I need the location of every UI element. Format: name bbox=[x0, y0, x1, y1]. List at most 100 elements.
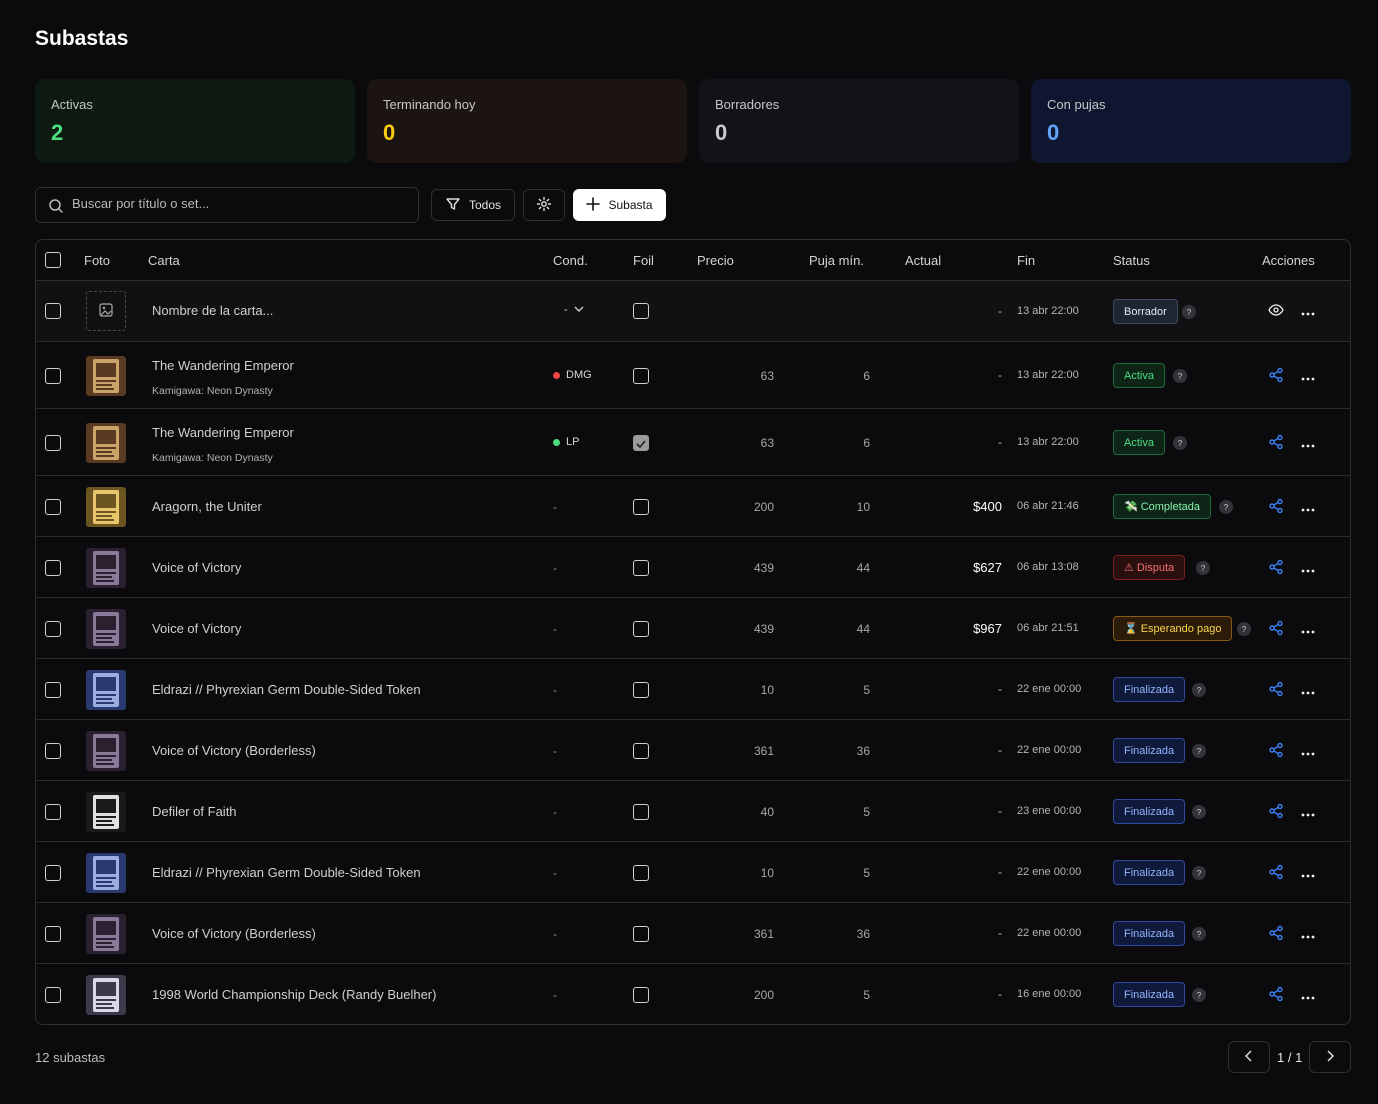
card-name[interactable]: Voice of Victory bbox=[152, 621, 241, 636]
more-options-button[interactable] bbox=[1299, 559, 1317, 577]
share-button[interactable] bbox=[1267, 742, 1285, 760]
end-date: 06 abr 21:51 bbox=[1017, 622, 1079, 634]
card-name[interactable]: Voice of Victory bbox=[152, 560, 241, 575]
share-button[interactable] bbox=[1267, 925, 1285, 943]
foil-checkbox[interactable] bbox=[633, 743, 649, 759]
card-name[interactable]: Aragorn, the Uniter bbox=[152, 499, 262, 514]
more-options-button[interactable] bbox=[1299, 367, 1317, 385]
prev-page-button[interactable] bbox=[1228, 1041, 1270, 1073]
status-badge: ⌛ Esperando pago bbox=[1113, 616, 1233, 641]
row-checkbox[interactable] bbox=[45, 303, 61, 319]
card-thumbnail[interactable] bbox=[86, 423, 126, 463]
share-button[interactable] bbox=[1267, 864, 1285, 882]
card-thumbnail[interactable] bbox=[86, 356, 126, 396]
card-thumbnail[interactable] bbox=[86, 670, 126, 710]
card-thumbnail[interactable] bbox=[86, 914, 126, 954]
card-name[interactable]: Voice of Victory (Borderless) bbox=[152, 743, 316, 758]
foil-checkbox[interactable] bbox=[633, 804, 649, 820]
card-thumbnail[interactable] bbox=[86, 731, 126, 771]
status-help-icon[interactable]: ? bbox=[1192, 866, 1206, 880]
more-options-button[interactable] bbox=[1299, 498, 1317, 516]
stat-label: Activas bbox=[51, 97, 93, 112]
row-checkbox[interactable] bbox=[45, 435, 61, 451]
upload-photo-button[interactable] bbox=[86, 291, 126, 331]
condition-select[interactable]: - bbox=[564, 304, 584, 316]
share-button[interactable] bbox=[1267, 498, 1285, 516]
card-name[interactable]: 1998 World Championship Deck (Randy Buel… bbox=[152, 987, 436, 1002]
more-options-button[interactable] bbox=[1299, 742, 1317, 760]
foil-checkbox[interactable] bbox=[633, 621, 649, 637]
status-help-icon[interactable]: ? bbox=[1182, 305, 1196, 319]
more-options-button[interactable] bbox=[1299, 803, 1317, 821]
foil-checkbox[interactable] bbox=[633, 560, 649, 576]
status-label: Activa bbox=[1124, 436, 1154, 449]
card-name[interactable]: The Wandering Emperor bbox=[152, 425, 294, 440]
status-help-icon[interactable]: ? bbox=[1192, 805, 1206, 819]
search-input[interactable] bbox=[72, 196, 402, 211]
card-thumbnail[interactable] bbox=[86, 548, 126, 588]
status-help-icon[interactable]: ? bbox=[1192, 988, 1206, 1002]
card-thumbnail[interactable] bbox=[86, 975, 126, 1015]
row-checkbox[interactable] bbox=[45, 804, 61, 820]
more-options-button[interactable] bbox=[1299, 925, 1317, 943]
foil-checkbox[interactable] bbox=[633, 926, 649, 942]
foil-checkbox[interactable] bbox=[633, 435, 649, 451]
card-thumbnail[interactable] bbox=[86, 792, 126, 832]
more-options-button[interactable] bbox=[1299, 986, 1317, 1004]
add-auction-button[interactable]: Subasta bbox=[573, 189, 666, 221]
status-badge: Borrador bbox=[1113, 299, 1178, 324]
share-button[interactable] bbox=[1267, 803, 1285, 821]
status-help-icon[interactable]: ? bbox=[1196, 561, 1210, 575]
foil-checkbox[interactable] bbox=[633, 303, 649, 319]
more-options-button[interactable] bbox=[1299, 620, 1317, 638]
card-name[interactable]: Defiler of Faith bbox=[152, 804, 237, 819]
share-button[interactable] bbox=[1267, 620, 1285, 638]
status-help-icon[interactable]: ? bbox=[1192, 683, 1206, 697]
share-button[interactable] bbox=[1267, 986, 1285, 1004]
row-checkbox[interactable] bbox=[45, 368, 61, 384]
card-name[interactable]: Eldrazi // Phyrexian Germ Double-Sided T… bbox=[152, 682, 421, 697]
share-button[interactable] bbox=[1267, 681, 1285, 699]
card-name[interactable]: The Wandering Emperor bbox=[152, 358, 294, 373]
card-thumbnail[interactable] bbox=[86, 609, 126, 649]
card-name-input[interactable]: Nombre de la carta... bbox=[152, 303, 273, 318]
card-name[interactable]: Eldrazi // Phyrexian Germ Double-Sided T… bbox=[152, 865, 421, 880]
status-help-icon[interactable]: ? bbox=[1237, 622, 1251, 636]
more-options-button[interactable] bbox=[1299, 302, 1317, 320]
foil-checkbox[interactable] bbox=[633, 987, 649, 1003]
view-button[interactable] bbox=[1267, 302, 1285, 320]
col-foto: Foto bbox=[84, 253, 111, 268]
foil-checkbox[interactable] bbox=[633, 368, 649, 384]
row-checkbox[interactable] bbox=[45, 560, 61, 576]
status-help-icon[interactable]: ? bbox=[1173, 369, 1187, 383]
card-thumbnail[interactable] bbox=[86, 487, 126, 527]
foil-checkbox[interactable] bbox=[633, 682, 649, 698]
filter-button[interactable]: Todos bbox=[431, 189, 515, 221]
more-options-button[interactable] bbox=[1299, 681, 1317, 699]
row-checkbox[interactable] bbox=[45, 682, 61, 698]
foil-checkbox[interactable] bbox=[633, 499, 649, 515]
share-button[interactable] bbox=[1267, 559, 1285, 577]
more-options-button[interactable] bbox=[1299, 434, 1317, 452]
row-checkbox[interactable] bbox=[45, 865, 61, 881]
status-label: Finalizada bbox=[1124, 683, 1175, 696]
share-button[interactable] bbox=[1267, 367, 1285, 385]
more-horizontal-icon bbox=[1301, 436, 1315, 451]
row-checkbox[interactable] bbox=[45, 499, 61, 515]
foil-checkbox[interactable] bbox=[633, 865, 649, 881]
next-page-button[interactable] bbox=[1309, 1041, 1351, 1073]
row-checkbox[interactable] bbox=[45, 926, 61, 942]
row-checkbox[interactable] bbox=[45, 621, 61, 637]
share-button[interactable] bbox=[1267, 434, 1285, 452]
status-help-icon[interactable]: ? bbox=[1192, 927, 1206, 941]
card-name[interactable]: Voice of Victory (Borderless) bbox=[152, 926, 316, 941]
more-options-button[interactable] bbox=[1299, 864, 1317, 882]
status-help-icon[interactable]: ? bbox=[1192, 744, 1206, 758]
card-thumbnail[interactable] bbox=[86, 853, 126, 893]
row-checkbox[interactable] bbox=[45, 987, 61, 1003]
status-help-icon[interactable]: ? bbox=[1219, 500, 1233, 514]
settings-button[interactable] bbox=[523, 189, 565, 221]
status-help-icon[interactable]: ? bbox=[1173, 436, 1187, 450]
select-all-checkbox[interactable] bbox=[45, 252, 61, 268]
row-checkbox[interactable] bbox=[45, 743, 61, 759]
